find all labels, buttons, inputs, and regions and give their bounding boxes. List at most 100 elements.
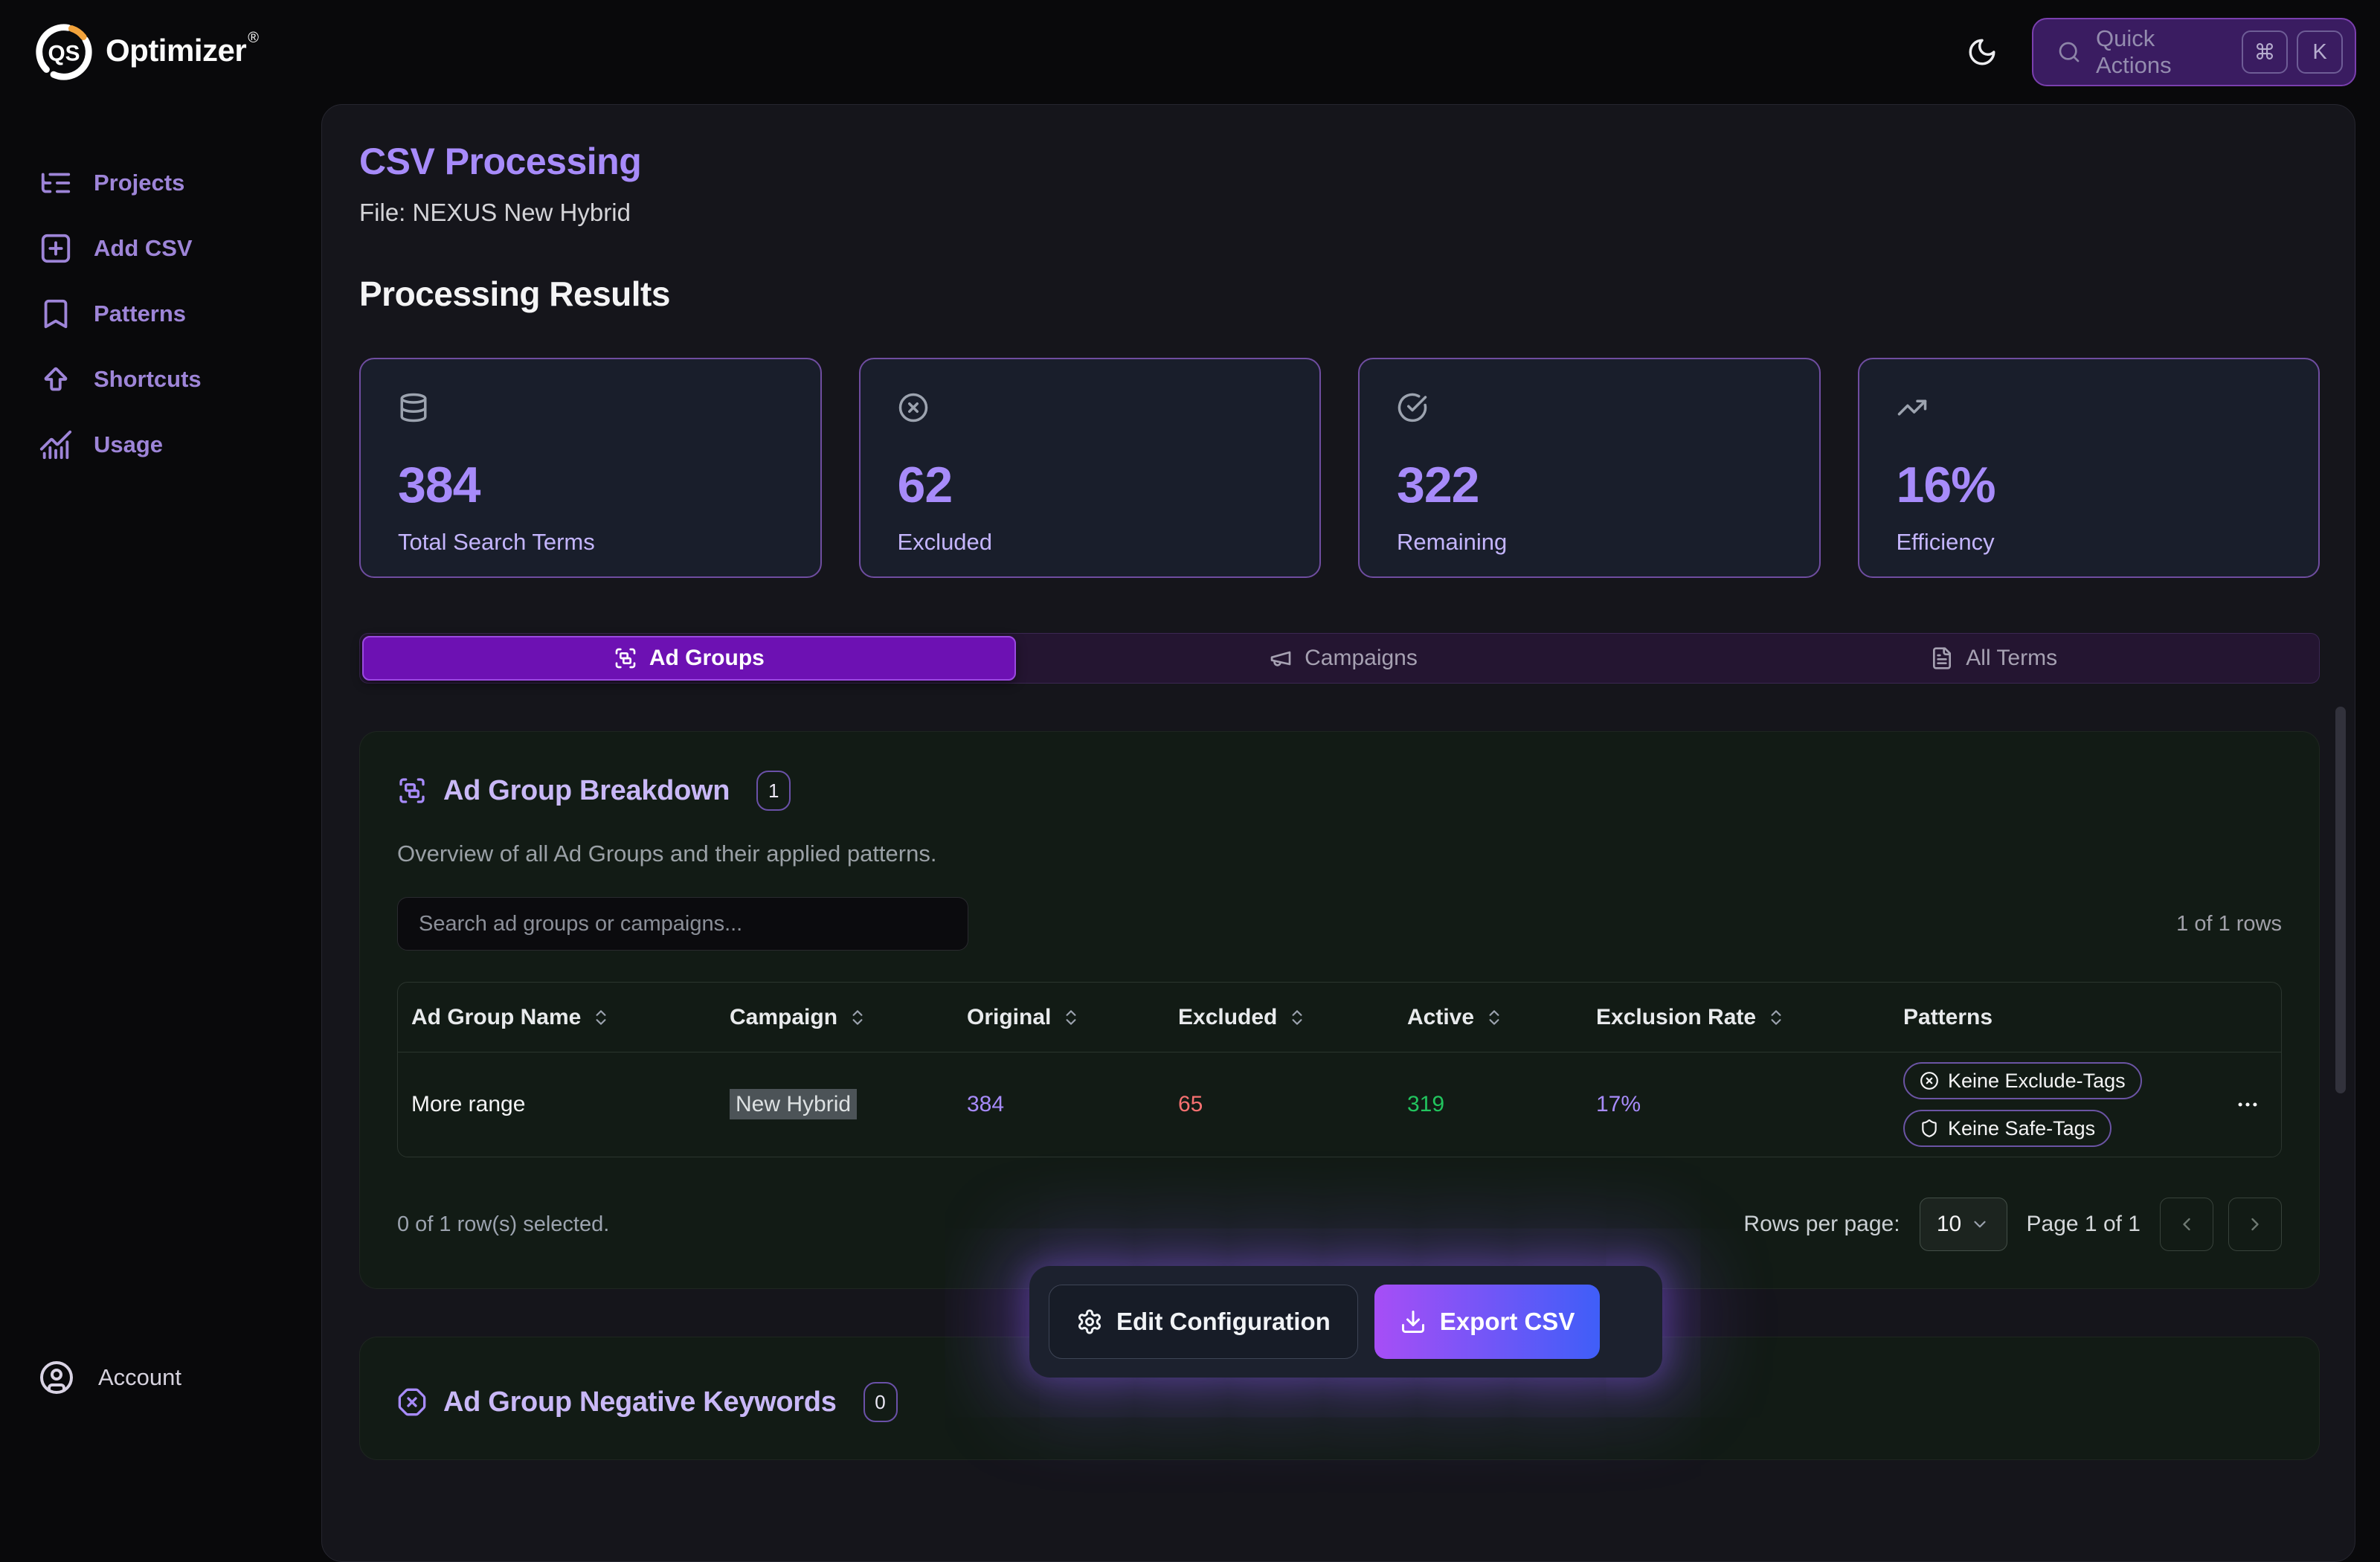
card-title: Ad Group Breakdown xyxy=(443,775,730,807)
selection-info: 0 of 1 row(s) selected. xyxy=(397,1212,609,1237)
brand-name: Optimizer xyxy=(106,33,246,68)
sidebar-item-label: Usage xyxy=(94,431,163,458)
section-title: Processing Results xyxy=(359,274,2320,313)
edit-configuration-button[interactable]: Edit Configuration xyxy=(1049,1285,1358,1359)
tab-ad-groups[interactable]: Ad Groups xyxy=(362,636,1016,681)
cell-patterns: Keine Exclude-Tags Keine Safe-Tags xyxy=(1903,1062,2214,1147)
sidebar-item-label: Shortcuts xyxy=(94,366,202,393)
shield-icon xyxy=(1920,1119,1939,1138)
cell-original: 384 xyxy=(967,1092,1178,1117)
circle-user-icon xyxy=(39,1360,74,1395)
quick-actions-button[interactable]: Quick Actions ⌘ K xyxy=(2032,18,2356,86)
scrollbar-thumb[interactable] xyxy=(2335,707,2346,1093)
cell-ad-group-name: More range xyxy=(411,1092,730,1117)
column-label: Exclusion Rate xyxy=(1596,1005,1756,1030)
count-badge: 0 xyxy=(863,1382,898,1422)
sidebar-item-usage[interactable]: Usage xyxy=(39,412,321,478)
rows-per-page-select[interactable]: 10 xyxy=(1920,1198,2007,1251)
download-icon xyxy=(1400,1308,1427,1335)
card-title: Ad Group Negative Keywords xyxy=(443,1386,837,1418)
sidebar-item-shortcuts[interactable]: Shortcuts xyxy=(39,347,321,412)
chevron-right-icon xyxy=(2245,1214,2265,1235)
circle-x-icon xyxy=(1920,1071,1939,1090)
account-label: Account xyxy=(98,1364,181,1391)
column-header-original[interactable]: Original xyxy=(967,1005,1178,1030)
brand-logo: QS Optimizer ® xyxy=(33,21,259,83)
ad-groups-table: Ad Group Name Campaign Original Excluded xyxy=(397,982,2282,1157)
column-label: Campaign xyxy=(730,1005,837,1030)
stat-value: 322 xyxy=(1397,456,1782,514)
column-label: Active xyxy=(1407,1005,1474,1030)
stat-value: 384 xyxy=(398,456,783,514)
circle-x-icon xyxy=(898,392,1283,423)
column-label: Ad Group Name xyxy=(411,1005,581,1030)
chart-icon xyxy=(39,428,73,462)
pattern-badge-label: Keine Safe-Tags xyxy=(1948,1117,2095,1140)
stat-label: Total Search Terms xyxy=(398,529,783,556)
row-actions-menu-button[interactable] xyxy=(2214,1092,2281,1117)
stats-row: 384 Total Search Terms 62 Excluded 322 R… xyxy=(359,358,2320,578)
registered-mark: ® xyxy=(248,30,259,47)
chevron-down-icon xyxy=(1970,1215,1990,1234)
sidebar-item-label: Projects xyxy=(94,170,184,196)
svg-text:QS: QS xyxy=(48,41,80,65)
campaign-highlighted-text: New Hybrid xyxy=(730,1089,857,1119)
stat-value: 62 xyxy=(898,456,1283,514)
sidebar-item-account[interactable]: Account xyxy=(39,1360,181,1395)
chevrons-up-down-icon xyxy=(848,1008,867,1027)
list-tree-icon xyxy=(39,166,73,200)
column-label: Original xyxy=(967,1005,1051,1030)
cell-campaign: New Hybrid xyxy=(730,1092,967,1117)
table-row[interactable]: More range New Hybrid 384 65 319 17% Kei… xyxy=(398,1052,2281,1157)
square-plus-icon xyxy=(39,231,73,266)
pattern-badge-exclude: Keine Exclude-Tags xyxy=(1903,1062,2142,1099)
rows-per-page-label: Rows per page: xyxy=(1743,1212,1900,1237)
command-key: ⌘ xyxy=(2242,30,2288,74)
column-header-ad-group-name[interactable]: Ad Group Name xyxy=(411,1005,730,1030)
sidebar-item-projects[interactable]: Projects xyxy=(39,150,321,216)
pattern-badge-label: Keine Exclude-Tags xyxy=(1948,1070,2126,1093)
count-badge: 1 xyxy=(756,771,791,811)
sidebar-item-patterns[interactable]: Patterns xyxy=(39,281,321,347)
next-page-button[interactable] xyxy=(2228,1198,2282,1251)
cell-active: 319 xyxy=(1407,1092,1596,1117)
chevrons-up-down-icon xyxy=(1061,1008,1081,1027)
column-header-exclusion-rate[interactable]: Exclusion Rate xyxy=(1596,1005,1903,1030)
column-header-campaign[interactable]: Campaign xyxy=(730,1005,967,1030)
previous-page-button[interactable] xyxy=(2160,1198,2213,1251)
tab-label: Campaigns xyxy=(1305,646,1418,671)
stat-label: Efficiency xyxy=(1897,529,2282,556)
sidebar-item-label: Add CSV xyxy=(94,235,193,262)
chevrons-up-down-icon xyxy=(591,1008,611,1027)
k-key: K xyxy=(2297,30,2343,74)
chevron-left-icon xyxy=(2176,1214,2197,1235)
table-header-row: Ad Group Name Campaign Original Excluded xyxy=(398,983,2281,1052)
search-input[interactable] xyxy=(397,897,968,951)
ad-group-breakdown-card: Ad Group Breakdown 1 Overview of all Ad … xyxy=(359,731,2320,1289)
floating-action-bar: Edit Configuration Export CSV xyxy=(1029,1266,1662,1378)
rows-info: 1 of 1 rows xyxy=(2176,912,2282,936)
column-header-active[interactable]: Active xyxy=(1407,1005,1596,1030)
chevrons-up-down-icon xyxy=(1485,1008,1504,1027)
column-header-excluded[interactable]: Excluded xyxy=(1178,1005,1407,1030)
file-label: File: NEXUS New Hybrid xyxy=(359,199,2320,227)
tab-all-terms[interactable]: All Terms xyxy=(1668,634,2319,683)
cell-excluded: 65 xyxy=(1178,1092,1407,1117)
quick-actions-label: Quick Actions xyxy=(2096,25,2227,79)
qs-logo-icon: QS xyxy=(33,21,95,83)
export-csv-button[interactable]: Export CSV xyxy=(1374,1285,1601,1359)
sidebar-item-label: Patterns xyxy=(94,300,186,327)
circle-check-icon xyxy=(1397,392,1782,423)
group-icon xyxy=(397,776,427,806)
octagon-x-icon xyxy=(397,1387,427,1417)
card-description: Overview of all Ad Groups and their appl… xyxy=(397,841,2282,867)
tab-campaigns[interactable]: Campaigns xyxy=(1018,634,1669,683)
page-info: Page 1 of 1 xyxy=(2027,1212,2141,1237)
file-text-icon xyxy=(1930,646,1954,670)
gear-icon xyxy=(1076,1308,1103,1335)
moon-icon[interactable] xyxy=(1966,36,1998,68)
database-icon xyxy=(398,392,783,423)
rows-per-page-value: 10 xyxy=(1937,1212,1961,1237)
cell-exclusion-rate: 17% xyxy=(1596,1092,1903,1117)
sidebar-item-add-csv[interactable]: Add CSV xyxy=(39,216,321,281)
